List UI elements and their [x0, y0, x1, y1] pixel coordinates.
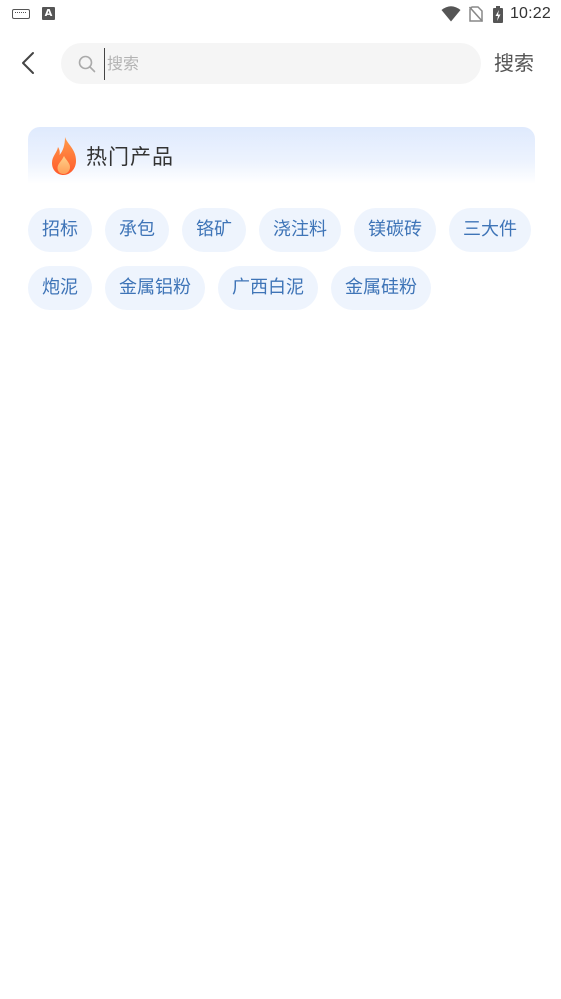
tag-sandajian[interactable]: 三大件: [449, 208, 531, 252]
tag-jinshuguifen[interactable]: 金属硅粉: [331, 266, 431, 310]
status-bar: A 10:22: [0, 0, 561, 28]
no-sim-icon: [468, 6, 483, 22]
back-button[interactable]: [14, 48, 42, 78]
tag-jiaozhuliao[interactable]: 浇注料: [259, 208, 341, 252]
status-time: 10:22: [509, 5, 551, 22]
search-button[interactable]: 搜索: [494, 47, 534, 79]
hot-products-tags: 招标 承包 铬矿 浇注料 镁碳砖 三大件 炮泥 金属铝粉 广西白泥 金属硅粉: [28, 208, 538, 310]
a-letter-icon: A: [42, 7, 55, 20]
tag-gekuang[interactable]: 铬矿: [182, 208, 246, 252]
wifi-icon: [441, 6, 461, 22]
keyboard-icon: [12, 9, 30, 19]
tag-meitanzhuan[interactable]: 镁碳砖: [354, 208, 436, 252]
fire-icon: [50, 136, 78, 176]
tag-jinshulvfen[interactable]: 金属铝粉: [105, 266, 205, 310]
battery-charging-icon: [492, 5, 503, 23]
hot-products-title: 热门产品: [86, 144, 174, 169]
status-icons: 10:22: [441, 4, 551, 24]
search-box[interactable]: [61, 43, 481, 84]
search-icon: [78, 55, 96, 73]
search-input[interactable]: [104, 47, 449, 80]
tag-paoni[interactable]: 炮泥: [28, 266, 92, 310]
tag-guangxibaini[interactable]: 广西白泥: [218, 266, 318, 310]
tag-chengbao[interactable]: 承包: [105, 208, 169, 252]
chevron-left-icon: [22, 52, 34, 74]
tag-zhaobiao[interactable]: 招标: [28, 208, 92, 252]
hot-products-header: 热门产品: [28, 127, 535, 184]
